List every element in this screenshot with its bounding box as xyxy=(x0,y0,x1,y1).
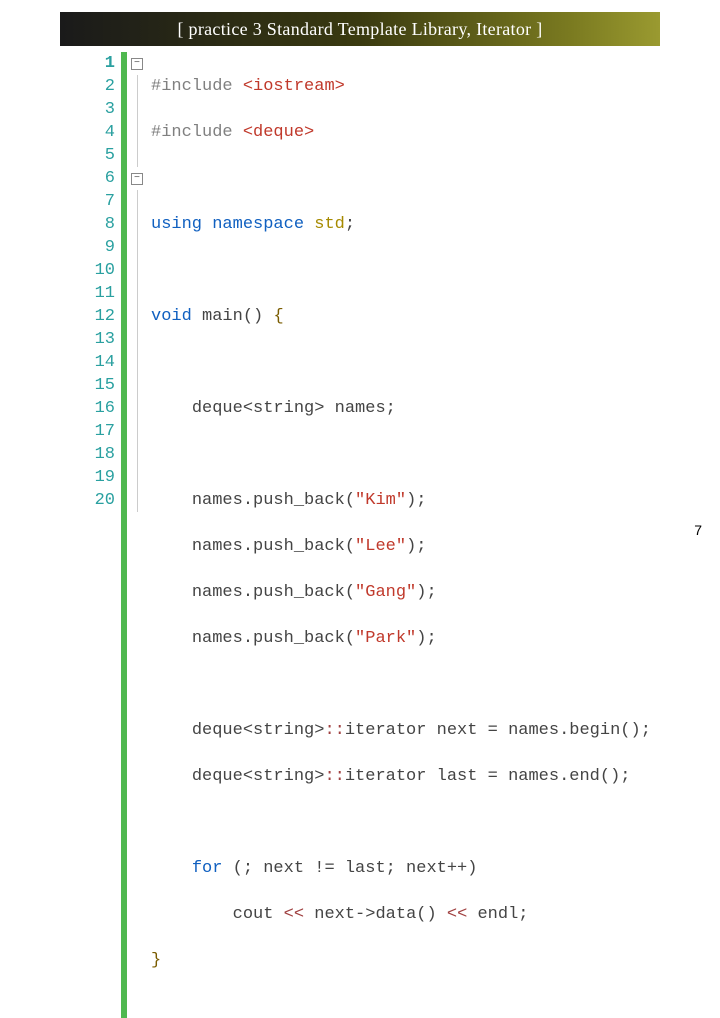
code-line xyxy=(151,443,660,466)
line-number: 2 xyxy=(85,75,115,98)
code-line xyxy=(151,673,660,696)
line-number: 17 xyxy=(85,420,115,443)
line-number: 10 xyxy=(85,259,115,282)
code-line xyxy=(151,167,660,190)
code-area[interactable]: #include <iostream> #include <deque> usi… xyxy=(145,52,660,1018)
line-number: 12 xyxy=(85,305,115,328)
line-number: 5 xyxy=(85,144,115,167)
line-number: 7 xyxy=(85,190,115,213)
title-bar: [ practice 3 Standard Template Library, … xyxy=(60,12,660,46)
code-line: for (; next != last; next++) xyxy=(151,857,660,880)
fold-toggle-icon[interactable]: − xyxy=(131,173,143,185)
code-line: names.push_back("Park"); xyxy=(151,627,660,650)
line-number: 18 xyxy=(85,443,115,466)
line-number: 16 xyxy=(85,397,115,420)
line-number: 6 xyxy=(85,167,115,190)
code-line: deque<string> names; xyxy=(151,397,660,420)
code-line: deque<string>::iterator last = names.end… xyxy=(151,765,660,788)
code-line: } xyxy=(151,949,660,972)
line-number: 1 xyxy=(85,52,115,75)
line-number: 11 xyxy=(85,282,115,305)
code-line: void main() { xyxy=(151,305,660,328)
code-line xyxy=(151,811,660,834)
line-number: 4 xyxy=(85,121,115,144)
code-line: #include <deque> xyxy=(151,121,660,144)
line-number-gutter: 1 2 3 4 5 6 7 8 9 10 11 12 13 14 15 16 1… xyxy=(85,52,121,1018)
change-marker-bar xyxy=(121,52,127,1018)
code-line: deque<string>::iterator next = names.beg… xyxy=(151,719,660,742)
fold-toggle-icon[interactable]: − xyxy=(131,58,143,70)
fold-column: − − xyxy=(129,52,145,1018)
line-number: 19 xyxy=(85,466,115,489)
page-number: 7 xyxy=(694,522,702,538)
line-number: 9 xyxy=(85,236,115,259)
code-line: names.push_back("Gang"); xyxy=(151,581,660,604)
line-number: 3 xyxy=(85,98,115,121)
code-editor: 1 2 3 4 5 6 7 8 9 10 11 12 13 14 15 16 1… xyxy=(85,52,660,1018)
code-line: using namespace std; xyxy=(151,213,660,236)
code-line: #include <iostream> xyxy=(151,75,660,98)
code-line xyxy=(151,259,660,282)
code-line: names.push_back("Lee"); xyxy=(151,535,660,558)
line-number: 8 xyxy=(85,213,115,236)
line-number: 20 xyxy=(85,489,115,512)
title-text: [ practice 3 Standard Template Library, … xyxy=(177,19,542,40)
line-number: 13 xyxy=(85,328,115,351)
line-number: 15 xyxy=(85,374,115,397)
line-number: 14 xyxy=(85,351,115,374)
code-line xyxy=(151,351,660,374)
code-line: cout << next->data() << endl; xyxy=(151,903,660,926)
code-line: names.push_back("Kim"); xyxy=(151,489,660,512)
